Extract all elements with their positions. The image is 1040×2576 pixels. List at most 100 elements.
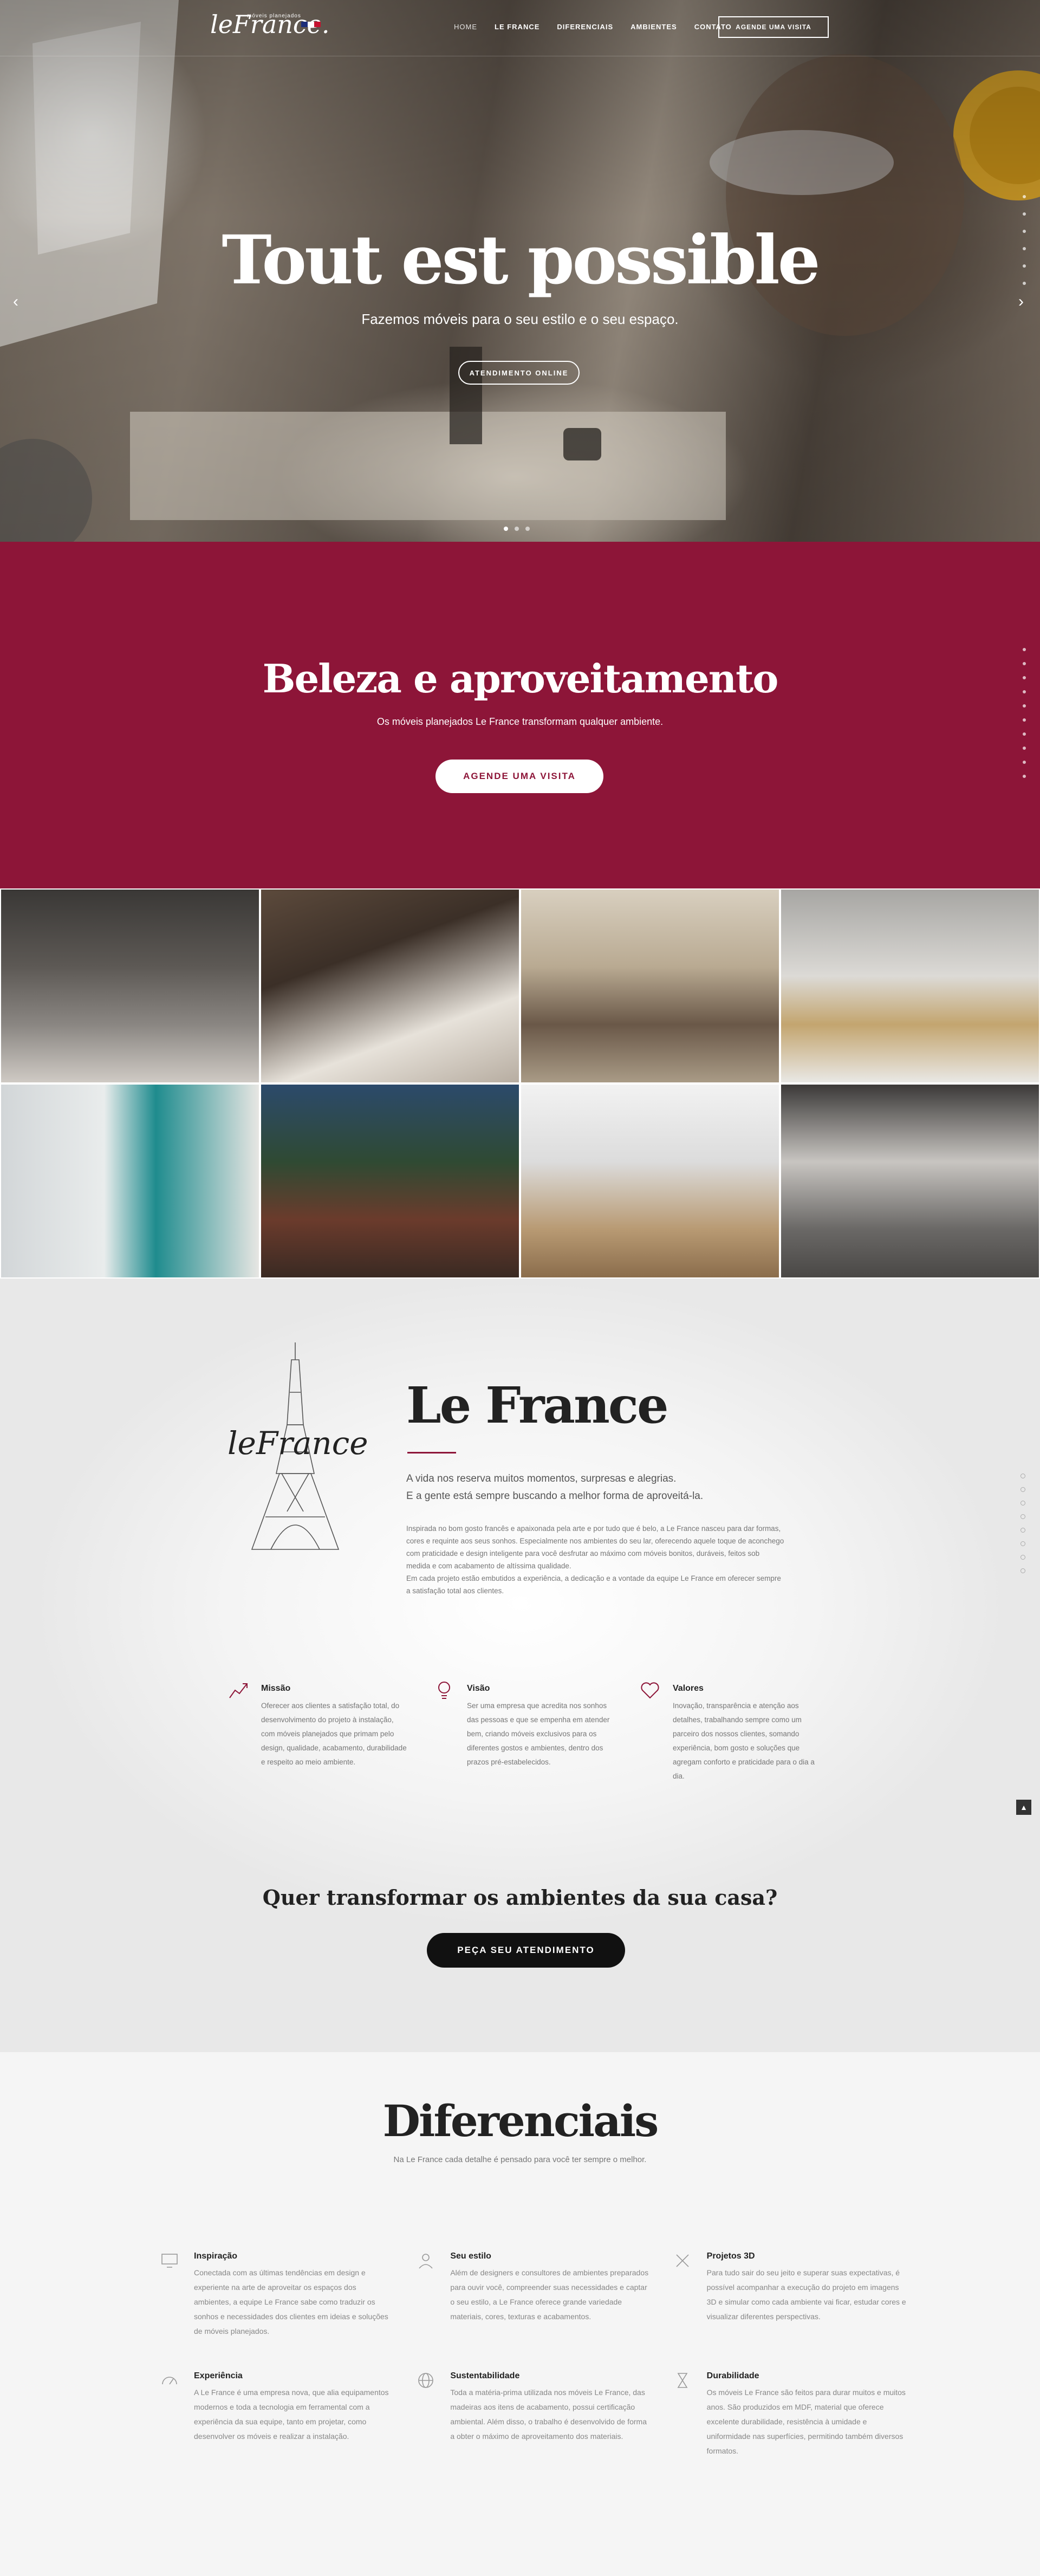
gallery-image-living-room[interactable] — [520, 888, 780, 1083]
user-icon — [419, 2254, 433, 2269]
feature-text: Ser uma empresa que acredita nos sonhos … — [467, 1702, 610, 1766]
section-dot[interactable] — [1023, 264, 1026, 268]
diferencial-item: Durabilidade Os móveis Le France são fei… — [673, 2371, 908, 2458]
section-dot[interactable] — [1023, 195, 1026, 198]
slider-dot[interactable] — [504, 527, 508, 531]
section-dot[interactable] — [1023, 704, 1026, 708]
gallery-image-closet[interactable] — [780, 1083, 1040, 1279]
section-dot[interactable] — [1023, 282, 1026, 285]
about-paragraph-2: Em cada projeto estão embutidos a experi… — [406, 1574, 781, 1595]
globe-icon — [418, 2373, 434, 2388]
diferencial-title: Sustentabilidade — [450, 2371, 520, 2380]
le-france-section: leFrance Le France A vida nos reserva mu… — [0, 1279, 1040, 2052]
section-dot[interactable] — [1020, 1555, 1025, 1560]
nav-link-diferenciais[interactable]: DIFERENCIAIS — [557, 23, 613, 31]
hero-title: Tout est possible — [222, 221, 820, 300]
section-dot[interactable] — [1023, 662, 1026, 665]
nav-links: HOME LE FRANCE DIFERENCIAIS AMBIENTES CO… — [454, 23, 732, 31]
diferencial-item: Inspiração Conectada com as últimas tend… — [160, 2251, 395, 2339]
section-dot[interactable] — [1020, 1528, 1025, 1533]
diferenciais-title: Diferenciais — [382, 2095, 659, 2146]
diferencial-text: Além de designers e consultores de ambie… — [450, 2268, 649, 2321]
about-body: Inspirada no bom gosto francês e apaixon… — [406, 1522, 785, 1597]
peca-atendimento-button[interactable]: PEÇA SEU ATENDIMENTO — [427, 1933, 625, 1968]
nav-link-ambientes[interactable]: AMBIENTES — [630, 23, 677, 31]
section-dot[interactable] — [1023, 676, 1026, 679]
section-dot[interactable] — [1020, 1514, 1025, 1519]
beleza-section: Beleza e aproveitamento Os móveis planej… — [0, 542, 1040, 888]
about-logo: leFrance — [227, 1425, 368, 1462]
agende-visita-nav-button[interactable]: AGENDE UMA VISITA — [718, 16, 829, 38]
section-dot[interactable] — [1023, 718, 1026, 722]
atendimento-online-button[interactable]: ATENDIMENTO ONLINE — [458, 361, 580, 385]
diferencial-text: Os móveis Le France são feitos para dura… — [706, 2388, 906, 2455]
diferencial-item: Sustentabilidade Toda a matéria-prima ut… — [417, 2371, 651, 2458]
about-title: Le France — [406, 1376, 668, 1435]
section-dot[interactable] — [1020, 1474, 1025, 1478]
diferencial-item: Experiência A Le France é uma empresa no… — [160, 2371, 395, 2458]
diferencial-item: Seu estilo Além de designers e consultor… — [417, 2251, 651, 2339]
about-lead: A vida nos reserva muitos momentos, surp… — [406, 1470, 796, 1505]
feature-title: Missão — [261, 1684, 291, 1693]
beleza-title: Beleza e aproveitamento — [262, 656, 779, 702]
logo-tagline: móveis planejados — [247, 13, 301, 19]
gallery-image-office[interactable] — [520, 1083, 780, 1279]
section-nav-dots — [1020, 1474, 1025, 1573]
nav-link-le-france[interactable]: LE FRANCE — [495, 23, 540, 31]
beleza-subtitle: Os móveis planejados Le France transform… — [376, 716, 664, 727]
gallery-image-kitchen[interactable] — [0, 888, 260, 1083]
section-dot[interactable] — [1020, 1487, 1025, 1492]
nav-link-home[interactable]: HOME — [454, 23, 477, 31]
diferenciais-section: Diferenciais Na Le France cada detalhe é… — [0, 2052, 1040, 2576]
slider-dot[interactable] — [515, 527, 519, 531]
section-dot[interactable] — [1023, 747, 1026, 750]
about-paragraph-1: Inspirada no bom gosto francês e apaixon… — [406, 1524, 784, 1570]
slider-pagination — [504, 527, 530, 531]
diferenciais-subtitle: Na Le France cada detalhe é pensado para… — [393, 2155, 647, 2164]
section-dot[interactable] — [1023, 230, 1026, 233]
agende-visita-button[interactable]: AGENDE UMA VISITA — [435, 760, 603, 793]
diferencial-title: Seu estilo — [450, 2251, 491, 2261]
cta-title: Quer transformar os ambientes da sua cas… — [262, 1885, 778, 1910]
section-dot[interactable] — [1020, 1541, 1025, 1546]
section-dot[interactable] — [1023, 732, 1026, 736]
section-nav-dots — [1023, 195, 1026, 285]
feature-title: Visão — [467, 1684, 490, 1693]
section-dot[interactable] — [1023, 761, 1026, 764]
pencil-ruler-icon — [676, 2254, 689, 2267]
slider-prev-icon[interactable]: ‹ — [13, 293, 18, 311]
slider-next-icon[interactable]: › — [1018, 293, 1024, 311]
gallery-image-terrace[interactable] — [260, 1083, 520, 1279]
chart-line-icon — [229, 1683, 248, 1698]
gallery-image-kids-room[interactable] — [0, 1083, 260, 1279]
scroll-top-button[interactable]: ▲ — [1016, 1800, 1031, 1815]
diferencial-title: Inspiração — [194, 2251, 238, 2261]
section-dot[interactable] — [1023, 648, 1026, 651]
diferencial-item: Projetos 3D Para tudo sair do seu jeito … — [673, 2251, 908, 2339]
diferencial-text: Conectada com as últimas tendências em d… — [194, 2268, 388, 2335]
gauge-icon — [162, 2377, 177, 2385]
slider-dot[interactable] — [525, 527, 530, 531]
section-dot[interactable] — [1023, 690, 1026, 693]
diferencial-title: Projetos 3D — [706, 2251, 755, 2261]
lightbulb-icon — [438, 1682, 450, 1699]
gallery-image-bedroom[interactable] — [260, 888, 520, 1083]
section-dot[interactable] — [1020, 1501, 1025, 1506]
france-flag-icon — [301, 22, 321, 27]
diferencial-text: A Le France é uma empresa nova, que alia… — [194, 2388, 389, 2441]
feature-title: Valores — [673, 1684, 704, 1693]
feature-visao: Visão Ser uma empresa que acredita nos s… — [433, 1679, 609, 1783]
section-dot[interactable] — [1023, 247, 1026, 250]
title-divider — [407, 1452, 456, 1454]
section-dot[interactable] — [1023, 212, 1026, 216]
section-dot[interactable] — [1023, 775, 1026, 778]
feature-text: Oferecer aos clientes a satisfação total… — [261, 1702, 407, 1766]
gallery-image-bathroom[interactable] — [780, 888, 1040, 1083]
feature-missao: Missão Oferecer aos clientes a satisfaçã… — [227, 1679, 407, 1783]
section-dot[interactable] — [1020, 1568, 1025, 1573]
section-nav-dots — [1023, 648, 1026, 778]
hero-slider: Tout est possible Fazemos móveis para o … — [0, 0, 1040, 542]
diferencial-title: Durabilidade — [706, 2371, 759, 2380]
diferencial-text: Toda a matéria-prima utilizada nos móvei… — [450, 2388, 647, 2441]
heart-icon — [641, 1682, 659, 1699]
